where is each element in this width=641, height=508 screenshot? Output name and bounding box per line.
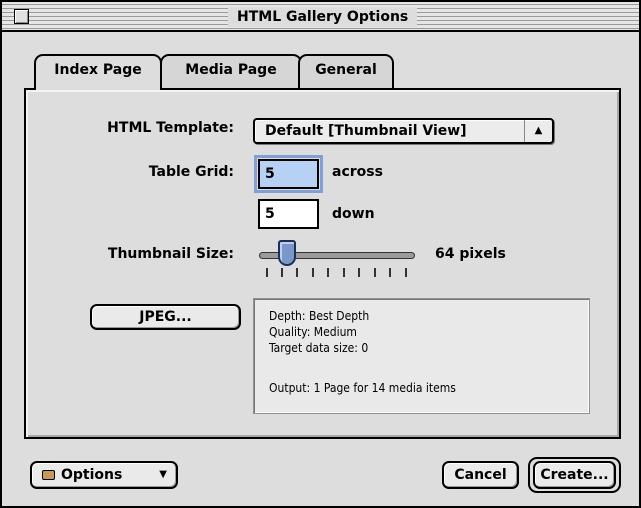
chevron-down-icon: ▼: [159, 469, 167, 480]
info-quality: Quality: Medium: [269, 325, 357, 339]
popup-arrows-icon: ▲: [524, 120, 552, 142]
slider-ticks: [266, 268, 408, 277]
across-label: across: [332, 164, 383, 180]
panel-content: HTML Template: Default [Thumbnail View] …: [2, 2, 639, 506]
gallery-options-window: HTML Gallery Options Index Page Media Pa…: [0, 0, 641, 508]
thumbnail-size-value: 64 pixels: [435, 246, 506, 262]
jpeg-button[interactable]: JPEG...: [90, 304, 241, 330]
thumbnail-size-slider-thumb[interactable]: [278, 240, 296, 266]
create-button[interactable]: Create...: [533, 461, 616, 489]
html-template-value: Default [Thumbnail View]: [265, 123, 467, 139]
info-depth: Depth: Best Depth: [269, 309, 370, 323]
table-grid-label: Table Grid:: [148, 164, 234, 180]
thumbnail-size-label: Thumbnail Size:: [107, 246, 234, 262]
options-folder-icon: [42, 470, 55, 480]
html-template-label: HTML Template:: [107, 120, 234, 136]
html-template-popup[interactable]: Default [Thumbnail View] ▲: [253, 118, 554, 144]
down-label: down: [332, 206, 375, 222]
info-output: Output: 1 Page for 14 media items: [269, 381, 456, 395]
options-label: Options: [61, 467, 123, 483]
options-popup-button[interactable]: Options ▼: [30, 461, 178, 489]
output-info-box: Depth: Best Depth Quality: Medium Target…: [253, 298, 590, 414]
grid-across-field[interactable]: 5: [254, 155, 323, 193]
info-target-size: Target data size: 0: [269, 341, 369, 355]
cancel-button[interactable]: Cancel: [442, 461, 519, 489]
grid-down-field[interactable]: 5: [258, 199, 319, 229]
